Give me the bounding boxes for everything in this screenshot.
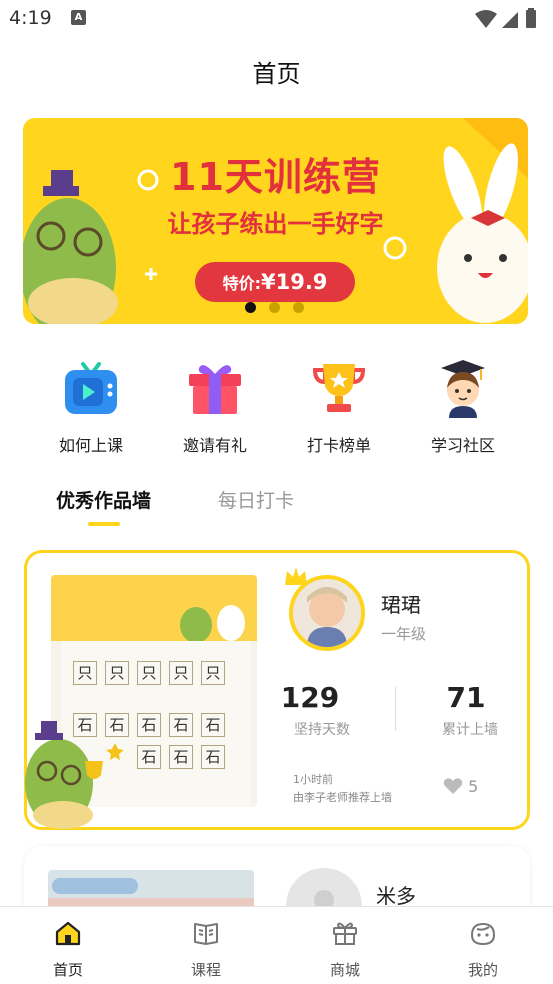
shop-gift-icon <box>333 922 357 945</box>
tabbar-shop[interactable]: 商城 <box>305 919 385 980</box>
banner-title: 11天训练营 <box>170 155 381 199</box>
app-header: 首页 <box>0 38 553 104</box>
wall-count-label: 累计上墙 <box>442 722 498 738</box>
battery-icon <box>526 8 536 28</box>
page-title: 首页 <box>252 60 301 88</box>
student-grade: 一年级 <box>381 625 427 643</box>
quick-link-community[interactable]: 学习社区 <box>408 358 518 456</box>
price-label: 特价: <box>222 274 261 293</box>
banner-subtitle: 让孩子练出一手好字 <box>167 210 384 238</box>
quick-link-ranking[interactable]: 打卡榜单 <box>284 358 394 456</box>
stat-divider <box>395 687 396 731</box>
banner-pagination <box>245 298 317 317</box>
wall-count-value: 71 <box>446 681 486 714</box>
signal-icon <box>502 12 518 28</box>
quick-link-label: 打卡榜单 <box>306 436 371 455</box>
default-avatar-icon <box>314 890 334 906</box>
avatar[interactable] <box>286 868 362 906</box>
post-meta: 1小时前 由李子老师推荐上墙 <box>293 771 392 807</box>
turtle-trophy-badge-icon <box>25 721 124 829</box>
like-button[interactable]: 5 <box>443 777 478 796</box>
tabbar-label: 课程 <box>190 961 221 979</box>
quick-links: 如何上课 邀请有礼 打卡榜单 学习社区 <box>0 358 553 455</box>
active-tab-indicator <box>88 522 120 526</box>
quick-link-label: 邀请有礼 <box>182 436 247 455</box>
pagination-dot[interactable] <box>245 302 256 313</box>
student-name: 米多 <box>376 884 416 906</box>
student-avatar-icon <box>441 360 485 418</box>
trophy-icon <box>312 364 366 412</box>
promo-banner[interactable]: 11天训练营 让孩子练出一手好字 特价:¥19.9 <box>23 118 528 324</box>
quick-link-label: 学习社区 <box>430 436 495 455</box>
quick-link-label: 如何上课 <box>58 436 123 455</box>
tabbar-label: 商城 <box>329 961 360 979</box>
tab-daily-checkin[interactable]: 每日打卡 <box>218 486 294 513</box>
featured-work-card[interactable]: 米多 <box>24 846 530 906</box>
student-name: 珺珺 <box>381 593 421 617</box>
notification-icon: A <box>71 10 86 25</box>
tv-play-icon <box>65 362 117 414</box>
tabbar-profile[interactable]: 我的 <box>443 919 523 980</box>
pagination-dot[interactable] <box>269 302 280 313</box>
banner-price-pill[interactable]: 特价:¥19.9 <box>195 262 355 302</box>
status-bar: 4:19 A <box>0 0 553 38</box>
quick-link-how-to[interactable]: 如何上课 <box>36 358 146 456</box>
tabbar-label: 首页 <box>52 961 83 979</box>
work-image-preview <box>48 878 254 906</box>
status-icons <box>473 8 545 34</box>
post-time: 1小时前 <box>293 773 333 786</box>
wifi-icon <box>475 10 497 28</box>
pagination-dot[interactable] <box>293 302 304 313</box>
home-content[interactable]: 11天训练营 让孩子练出一手好字 特价:¥19.9 如何上课 邀请有礼 打卡榜单… <box>0 104 553 906</box>
gift-icon <box>189 365 241 414</box>
tabbar-label: 我的 <box>467 961 498 979</box>
tab-excellent-works[interactable]: 优秀作品墙 <box>56 486 151 513</box>
recommend-text: 由李子老师推荐上墙 <box>293 791 392 804</box>
bottom-tab-bar: 首页 课程 商城 我的 <box>0 906 553 984</box>
price-value: ¥19.9 <box>260 270 328 294</box>
profile-face-icon <box>470 922 496 946</box>
tabbar-home[interactable]: 首页 <box>28 919 108 980</box>
feed-tabs: 优秀作品墙 每日打卡 <box>0 486 553 526</box>
avatar[interactable] <box>289 575 365 651</box>
work-image[interactable] <box>48 870 254 906</box>
home-icon <box>55 921 81 946</box>
child-photo <box>293 579 361 647</box>
status-time: 4:19 <box>9 7 52 29</box>
persist-days-value: 129 <box>280 681 340 714</box>
featured-work-card[interactable]: 只 只 只 只 只 石 石 石 石 石 石 石 石 珺珺 一年级 129 坚持天… <box>24 550 530 830</box>
quick-link-invite[interactable]: 邀请有礼 <box>160 358 270 456</box>
like-count: 5 <box>468 777 479 796</box>
tabbar-courses[interactable]: 课程 <box>166 919 246 980</box>
book-icon <box>194 923 218 945</box>
heart-icon <box>443 778 463 794</box>
persist-days-label: 坚持天数 <box>294 722 350 738</box>
